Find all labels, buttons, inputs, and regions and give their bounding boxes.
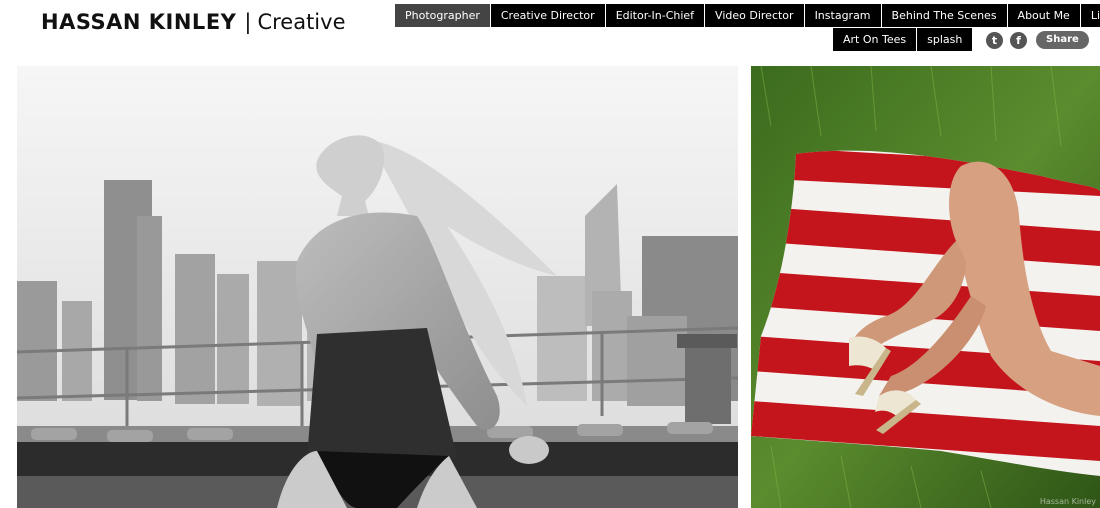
nav-item-creative-director[interactable]: Creative Director (490, 4, 605, 27)
logo-subtitle: Creative (257, 10, 346, 34)
photo-striped-blanket[interactable]: Hassan Kinley (751, 66, 1100, 508)
logo-separator: | (244, 10, 252, 34)
nav-item-about-me[interactable]: About Me (1007, 4, 1080, 27)
nav-item-photographer[interactable]: Photographer (395, 4, 490, 27)
city-rooftop-image (17, 66, 738, 508)
nav-item-video-director[interactable]: Video Director (705, 4, 804, 27)
nav-item-behind-the-scenes[interactable]: Behind The Scenes (881, 4, 1007, 27)
nav-item-splash[interactable]: splash (917, 28, 973, 51)
nav-item-editor-in-chief[interactable]: Editor-In-Chief (605, 4, 705, 27)
main-nav: Photographer Creative Director Editor-In… (395, 4, 1100, 27)
social-links: t f Share (986, 31, 1089, 49)
twitter-icon[interactable]: t (986, 31, 1003, 49)
nav-item-links[interactable]: Links (1080, 4, 1100, 27)
facebook-icon[interactable]: f (1010, 31, 1027, 49)
photo-watermark: Hassan Kinley (1039, 497, 1096, 506)
page: HASSAN KINLEY | Creative Photographer Cr… (0, 0, 1100, 508)
nav-item-art-on-tees[interactable]: Art On Tees (833, 28, 917, 51)
site-logo[interactable]: HASSAN KINLEY | Creative (41, 10, 346, 40)
striped-blanket-image (751, 66, 1100, 508)
secondary-nav: Art On Tees splash (833, 28, 973, 51)
photo-city-rooftop[interactable] (17, 66, 738, 508)
share-button[interactable]: Share (1036, 31, 1089, 49)
nav-item-instagram[interactable]: Instagram (804, 4, 881, 27)
logo-name: HASSAN KINLEY (41, 10, 237, 34)
